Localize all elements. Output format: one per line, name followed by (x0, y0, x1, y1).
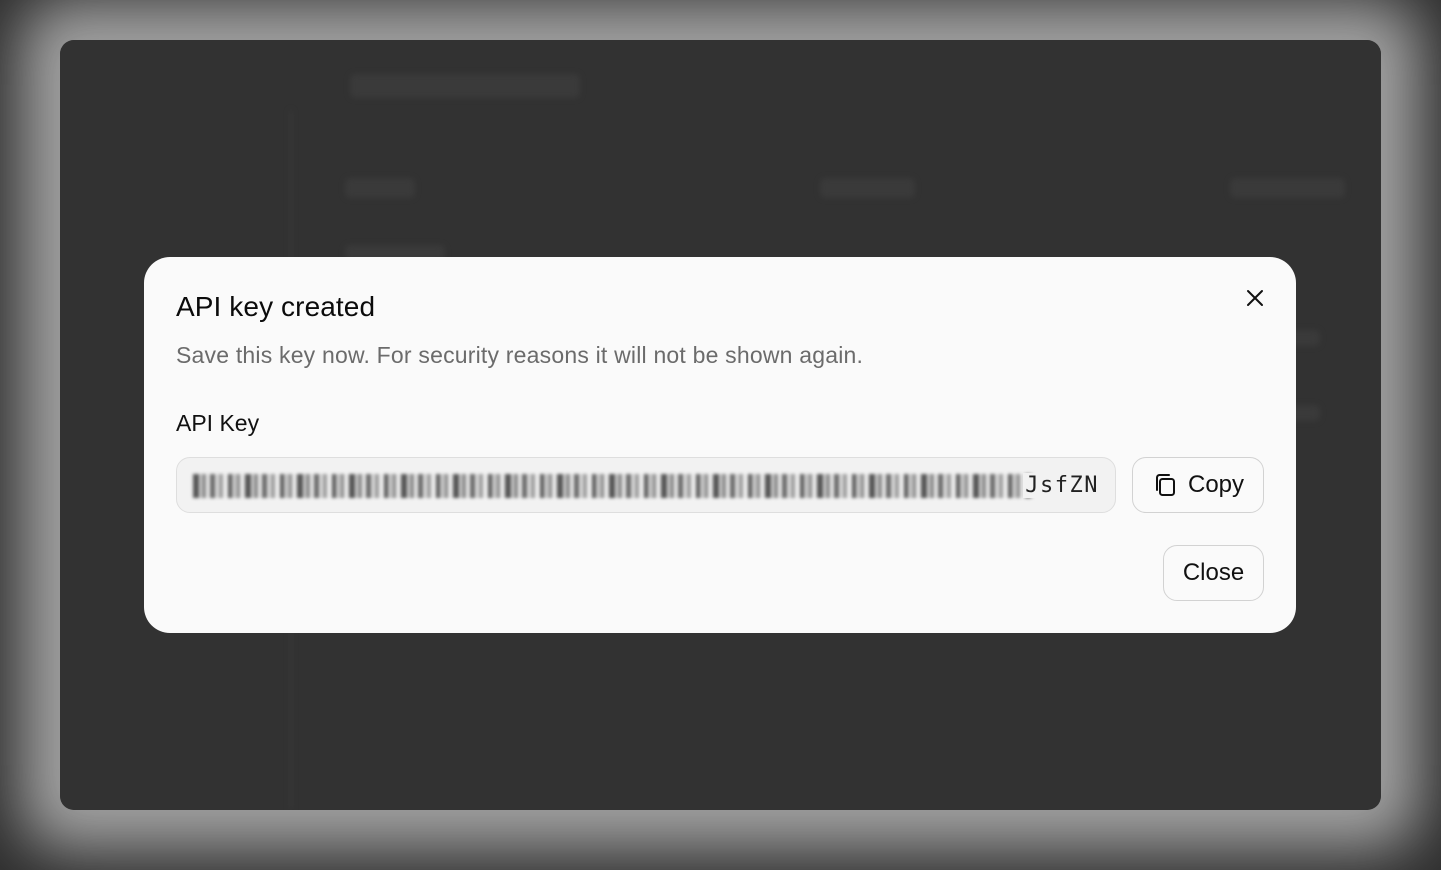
copy-button-label: Copy (1187, 471, 1245, 498)
api-key-visible-tail: JsfZN (1023, 473, 1099, 498)
close-button-label: Close (1182, 559, 1245, 586)
background-breadcrumb (350, 74, 580, 98)
background-column-header (820, 178, 915, 198)
background-column-header (345, 178, 415, 198)
close-button[interactable]: Close (1163, 545, 1264, 601)
copy-icon (1155, 474, 1175, 496)
dialog-description: Save this key now. For security reasons … (176, 342, 864, 368)
api-key-created-dialog: API key created Save this key now. For s… (144, 257, 1296, 633)
background-column-header (1230, 178, 1345, 198)
dialog-title: API key created (176, 291, 376, 322)
copy-button[interactable]: Copy (1132, 457, 1264, 513)
api-key-value: JsfZN (193, 458, 1099, 512)
close-icon (1247, 290, 1263, 306)
close-dialog-button[interactable] (1241, 284, 1269, 312)
api-key-field[interactable]: JsfZN (176, 457, 1116, 513)
api-key-label: API Key (176, 410, 260, 436)
